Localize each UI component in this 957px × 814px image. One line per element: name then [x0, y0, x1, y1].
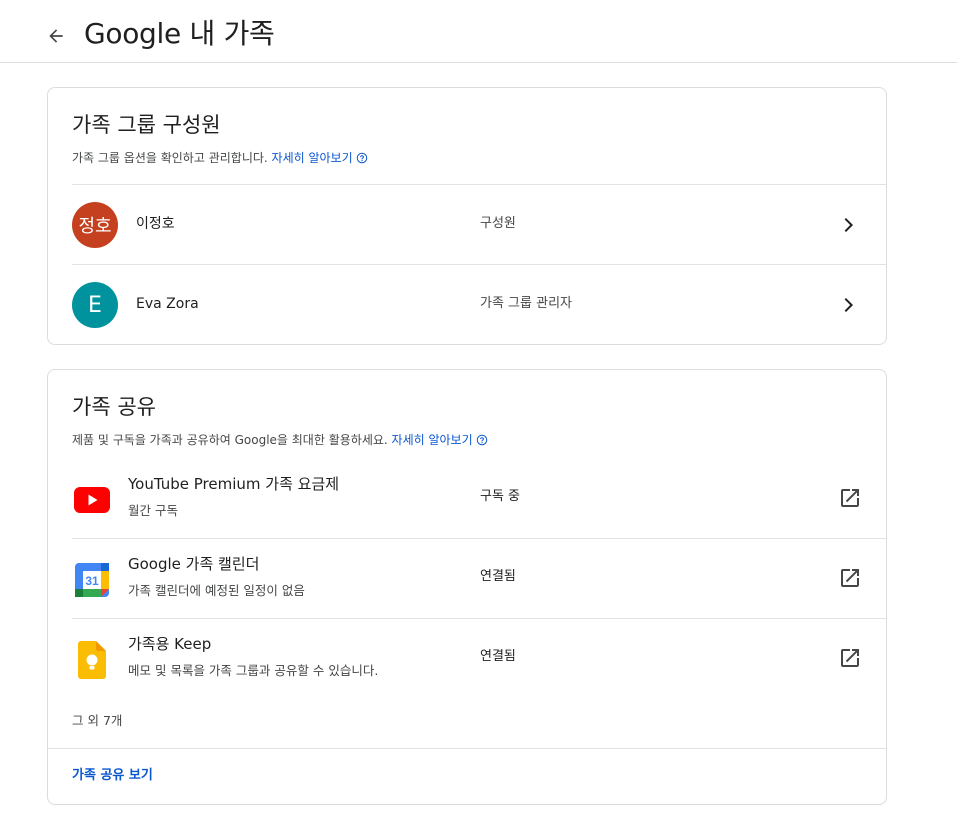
- share-item-status: 구독 중: [480, 489, 521, 504]
- share-row-keep[interactable]: 가족용 Keep 메모 및 목록을 가족 그룹과 공유할 수 있습니다. 연결됨: [48, 618, 886, 698]
- member-row-leejungho[interactable]: 정호 이정호 구성원: [48, 185, 886, 265]
- calendar-day: 31: [85, 574, 99, 588]
- members-section-title: 가족 그룹 구성원: [72, 113, 221, 137]
- share-item-name: Google 가족 캘린더: [128, 555, 260, 573]
- avatar: E: [72, 282, 118, 328]
- member-name: Eva Zora: [136, 296, 199, 312]
- sharing-section-title: 가족 공유: [72, 395, 156, 419]
- open-in-new-icon[interactable]: [838, 646, 862, 670]
- sharing-description-text: 제품 및 구독을 가족과 공유하여 Google을 최대한 활용하세요.: [72, 433, 388, 447]
- help-icon: [476, 434, 487, 446]
- share-item-subtitle: 가족 캘린더에 예정된 일정이 없음: [128, 583, 305, 598]
- share-row-family-calendar[interactable]: 31 Google 가족 캘린더 가족 캘린더에 예정된 일정이 없음 연결됨: [48, 538, 886, 618]
- share-item-status: 연결됨: [480, 649, 516, 664]
- share-item-subtitle: 월간 구독: [128, 503, 178, 518]
- family-sharing-card: 가족 공유 제품 및 구독을 가족과 공유하여 Google을 최대한 활용하세…: [47, 369, 887, 805]
- avatar-initials: E: [88, 292, 102, 318]
- share-item-name: YouTube Premium 가족 요금제: [128, 475, 340, 493]
- calendar-icon: 31: [74, 562, 110, 598]
- more-items-count: 그 외 7개: [72, 713, 123, 728]
- members-learn-more-label: 자세히 알아보기: [271, 151, 353, 165]
- member-role: 구성원: [480, 216, 516, 231]
- member-name: 이정호: [136, 216, 175, 232]
- member-role: 가족 그룹 관리자: [480, 296, 572, 311]
- arrow-back-icon: [49, 29, 63, 43]
- members-learn-more-link[interactable]: 자세히 알아보기: [272, 151, 368, 165]
- avatar-initials: 정호: [78, 216, 112, 237]
- members-description-text: 가족 그룹 옵션을 확인하고 관리합니다.: [72, 151, 268, 165]
- share-item-subtitle: 메모 및 목록을 가족 그룹과 공유할 수 있습니다.: [128, 663, 379, 678]
- page-title: Google 내 가족: [84, 17, 275, 50]
- member-row-evazora[interactable]: E Eva Zora 가족 그룹 관리자: [48, 265, 886, 345]
- family-members-card: 가족 그룹 구성원 가족 그룹 옵션을 확인하고 관리합니다. 자세히 알아보기…: [47, 87, 887, 345]
- chevron-right-icon: [844, 298, 853, 312]
- sharing-learn-more-link[interactable]: 자세히 알아보기: [392, 433, 488, 447]
- share-item-name: 가족용 Keep: [128, 635, 212, 653]
- avatar: 정호: [72, 202, 118, 248]
- sharing-section-description: 제품 및 구독을 가족과 공유하여 Google을 최대한 활용하세요. 자세히…: [72, 431, 488, 449]
- help-icon: [356, 152, 367, 164]
- open-in-new-icon[interactable]: [838, 566, 862, 590]
- open-in-new-icon[interactable]: [838, 486, 862, 510]
- sharing-learn-more-label: 자세히 알아보기: [391, 433, 473, 447]
- share-item-status: 연결됨: [480, 569, 516, 584]
- top-bar: Google 내 가족: [0, 0, 957, 63]
- share-row-youtube-premium[interactable]: YouTube Premium 가족 요금제 월간 구독 구독 중: [48, 458, 886, 538]
- youtube-icon: [74, 482, 110, 518]
- divider: [48, 748, 886, 749]
- members-section-description: 가족 그룹 옵션을 확인하고 관리합니다. 자세히 알아보기: [72, 149, 368, 167]
- keep-icon: [74, 641, 110, 679]
- view-family-sharing-link[interactable]: 가족 공유 보기: [72, 767, 153, 785]
- chevron-right-icon: [844, 218, 853, 232]
- back-button[interactable]: [40, 20, 72, 52]
